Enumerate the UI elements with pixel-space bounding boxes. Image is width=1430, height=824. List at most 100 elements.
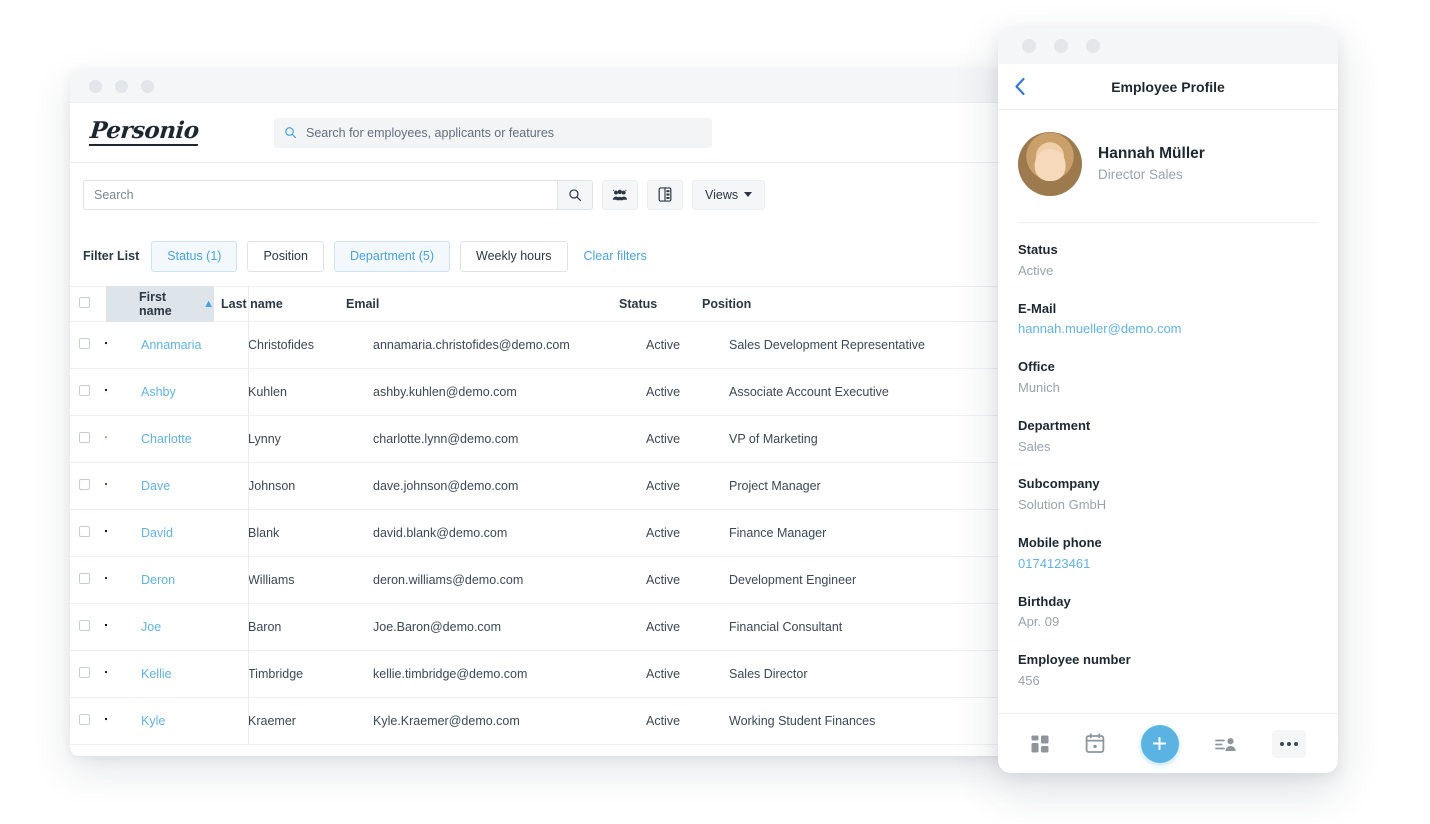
row-select-cell — [70, 477, 106, 495]
table-row[interactable]: Kyle Kraemer Kyle.Kraemer@demo.com Active Wo… — [70, 698, 1010, 745]
window-close-dot[interactable] — [89, 79, 102, 93]
table-row[interactable]: Ashby Kuhlen ashby.kuhlen@demo.com Active As… — [70, 369, 1010, 416]
row-email-cell: Kyle.Kraemer@demo.com — [366, 712, 644, 730]
personio-logo[interactable]: Personio — [84, 117, 274, 147]
window-maximize-dot[interactable] — [1086, 39, 1100, 53]
profile-field: Mobile phone 0174123461 — [1018, 533, 1318, 575]
filter-list-label: Filter List — [83, 249, 140, 263]
row-checkbox[interactable] — [79, 573, 90, 584]
search-submit-button[interactable] — [557, 179, 593, 210]
employee-name-link[interactable]: Kellie — [141, 667, 172, 681]
row-checkbox[interactable] — [79, 714, 90, 725]
columns-layout-button[interactable] — [647, 179, 683, 210]
window-maximize-dot[interactable] — [141, 79, 154, 93]
position-text: Working Student Finances — [729, 714, 876, 728]
column-header-status[interactable]: Status — [617, 295, 695, 313]
filter-chip-department[interactable]: Department (5) — [333, 240, 450, 272]
profile-field-value: 456 — [1018, 672, 1040, 688]
profile-field-label: Subcompany — [1018, 476, 1100, 492]
row-select-cell — [70, 430, 106, 448]
row-first-name-cell: David — [137, 524, 241, 542]
columns-layout-icon — [658, 187, 672, 202]
row-last-name-cell: Johnson — [241, 477, 366, 495]
employee-name-link[interactable]: Ashby — [141, 385, 176, 399]
employee-name-link[interactable]: Dave — [141, 479, 170, 493]
global-search-field[interactable]: Search for employees, applicants or feat… — [274, 117, 712, 148]
column-header-email[interactable]: Email — [339, 295, 617, 313]
table-row[interactable]: Annamaria Christofides annamaria.christofi… — [70, 322, 1010, 369]
filter-chip-label: Status (1) — [167, 249, 222, 263]
employee-name-link[interactable]: Annamaria — [141, 338, 201, 352]
table-row[interactable]: Dave Johnson dave.johnson@demo.com Active Pr… — [70, 463, 1010, 510]
status-text: Active — [646, 432, 681, 446]
column-header-position[interactable]: Position — [695, 295, 1010, 313]
nav-calendar-button[interactable] — [1085, 733, 1105, 754]
table-row[interactable]: Joe Baron Joe.Baron@demo.com Active Financia… — [70, 604, 1010, 651]
row-status-cell: Active — [644, 665, 722, 683]
chevron-left-icon — [1015, 77, 1025, 96]
row-position-cell: Financial Consultant — [722, 618, 1010, 636]
nav-dashboard-button[interactable] — [1030, 734, 1050, 754]
row-status-cell: Active — [644, 430, 722, 448]
clear-filters-link[interactable]: Clear filters — [584, 249, 647, 263]
list-toolbar: Views — [70, 163, 1010, 226]
row-checkbox[interactable] — [79, 385, 90, 396]
window-close-dot[interactable] — [1022, 39, 1036, 53]
nav-people-list-button[interactable] — [1214, 736, 1237, 752]
email-text: deron.williams@demo.com — [373, 573, 524, 587]
filter-chip-status[interactable]: Status (1) — [151, 240, 238, 272]
window-minimize-dot[interactable] — [115, 79, 128, 93]
table-row[interactable]: Kellie Timbridge kellie.timbridge@demo.com… — [70, 651, 1010, 698]
table-row[interactable]: Deron Williams deron.williams@demo.com Acti… — [70, 557, 1010, 604]
select-all-checkbox[interactable] — [79, 297, 90, 308]
row-first-name-cell: Dave — [137, 477, 241, 495]
profile-field-value[interactable]: hannah.mueller@demo.com — [1018, 319, 1318, 340]
filter-bar: Filter List Status (1) Position Departme… — [70, 226, 1010, 286]
column-header-first-name[interactable]: First name ▲ — [106, 286, 214, 322]
employee-name-link[interactable]: Joe — [141, 620, 161, 634]
employee-name-link[interactable]: David — [141, 526, 173, 540]
row-checkbox[interactable] — [79, 338, 90, 349]
column-header-label: Status — [619, 297, 658, 311]
filter-chip-position[interactable]: Position — [247, 240, 324, 272]
column-header-last-name[interactable]: Last name — [214, 295, 339, 313]
employee-table: First name ▲ Last name Email Status Posi… — [70, 286, 1010, 745]
filter-chip-weekly-hours[interactable]: Weekly hours — [460, 240, 568, 272]
row-status-cell: Active — [644, 477, 722, 495]
back-button[interactable] — [1014, 77, 1026, 96]
last-name-text: Lynny — [248, 432, 281, 446]
row-checkbox[interactable] — [79, 479, 90, 490]
nav-more-button[interactable] — [1272, 729, 1307, 758]
row-checkbox[interactable] — [79, 667, 90, 678]
add-button[interactable] — [1140, 724, 1179, 763]
window-minimize-dot[interactable] — [1054, 39, 1068, 53]
table-body: Annamaria Christofides annamaria.christofi… — [70, 322, 1010, 745]
table-row[interactable]: David Blank david.blank@demo.com Active Fina… — [70, 510, 1010, 557]
views-dropdown-button[interactable]: Views — [692, 179, 766, 210]
row-email-cell: deron.williams@demo.com — [366, 571, 644, 589]
views-label: Views — [705, 187, 739, 202]
row-first-name-cell: Kellie — [137, 665, 241, 683]
row-checkbox[interactable] — [79, 526, 90, 537]
people-group-button[interactable] — [602, 179, 638, 210]
row-checkbox[interactable] — [79, 432, 90, 443]
profile-field-value[interactable]: 0174123461 — [1018, 554, 1318, 575]
row-last-name-cell: Kraemer — [241, 712, 366, 730]
last-name-text: Baron — [248, 620, 282, 634]
last-name-text: Blank — [248, 526, 280, 540]
employee-name-link[interactable]: Charlotte — [141, 432, 192, 446]
row-status-cell: Active — [644, 618, 722, 636]
employee-name-link[interactable]: Deron — [141, 573, 175, 587]
row-email-cell: charlotte.lynn@demo.com — [366, 430, 644, 448]
row-checkbox[interactable] — [79, 620, 90, 631]
calendar-icon — [1086, 733, 1105, 753]
chevron-down-icon — [744, 192, 753, 197]
last-name-text: Johnson — [248, 479, 296, 493]
search-input[interactable] — [83, 179, 557, 210]
column-header-label: Email — [346, 297, 380, 311]
profile-field-label: Status — [1018, 242, 1058, 257]
row-email-cell: Joe.Baron@demo.com — [366, 618, 644, 636]
table-row[interactable]: Charlotte Lynny charlotte.lynn@demo.com Act… — [70, 416, 1010, 463]
profile-avatar — [1018, 132, 1082, 196]
employee-name-link[interactable]: Kyle — [141, 714, 165, 728]
